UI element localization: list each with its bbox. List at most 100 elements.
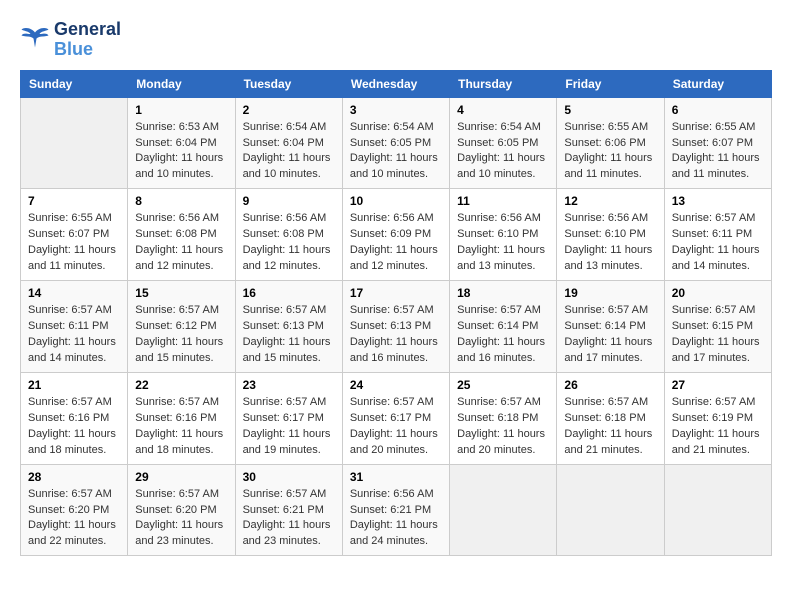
day-number: 20: [672, 286, 764, 300]
day-info: Sunrise: 6:57 AMSunset: 6:11 PMDaylight:…: [28, 303, 120, 367]
day-number: 9: [243, 194, 335, 208]
calendar-cell: 10Sunrise: 6:56 AMSunset: 6:09 PMDayligh…: [342, 189, 449, 281]
calendar-cell: 28 Sunrise: 6:57 AMSunset: 6:20 PMDayligh…: [21, 464, 128, 556]
calendar-cell: 2Sunrise: 6:54 AMSunset: 6:04 PMDaylight…: [235, 97, 342, 189]
day-number: 12: [564, 194, 656, 208]
day-info: Sunrise: 6:57 AMSunset: 6:14 PMDaylight:…: [564, 303, 656, 367]
day-number: 23: [243, 378, 335, 392]
calendar-cell: 13Sunrise: 6:57 AMSunset: 6:11 PMDayligh…: [664, 189, 771, 281]
day-info: Sunrise: 6:57 AMSunset: 6:13 PMDaylight:…: [243, 303, 335, 367]
calendar-cell: [557, 464, 664, 556]
calendar-cell: 6 Sunrise: 6:55 AMSunset: 6:07 PMDaylight…: [664, 97, 771, 189]
calendar-cell: 22Sunrise: 6:57 AMSunset: 6:16 PMDayligh…: [128, 372, 235, 464]
day-number: 13: [672, 194, 764, 208]
day-info: Sunrise: 6:56 AMSunset: 6:08 PMDaylight:…: [243, 211, 335, 275]
calendar-cell: 30 Sunrise: 6:57 AMSunset: 6:21 PMDayligh…: [235, 464, 342, 556]
day-info: Sunrise: 6:55 AMSunset: 6:07 PMDaylight:…: [672, 120, 764, 184]
calendar-cell: 31 Sunrise: 6:56 AMSunset: 6:21 PMDayligh…: [342, 464, 449, 556]
calendar-cell: 27 Sunrise: 6:57 AMSunset: 6:19 PMDayligh…: [664, 372, 771, 464]
day-info: Sunrise: 6:57 AMSunset: 6:12 PMDaylight:…: [135, 303, 227, 367]
calendar-cell: 9 Sunrise: 6:56 AMSunset: 6:08 PMDaylight…: [235, 189, 342, 281]
calendar-cell: 15 Sunrise: 6:57 AMSunset: 6:12 PMDayligh…: [128, 281, 235, 373]
week-row-4: 21 Sunrise: 6:57 AMSunset: 6:16 PMDayligh…: [21, 372, 772, 464]
day-info: Sunrise: 6:56 AMSunset: 6:10 PMDaylight:…: [457, 211, 549, 275]
header-day-tuesday: Tuesday: [235, 70, 342, 97]
logo: General Blue: [20, 20, 121, 60]
calendar-table: SundayMondayTuesdayWednesdayThursdayFrid…: [20, 70, 772, 557]
calendar-cell: [21, 97, 128, 189]
day-info: Sunrise: 6:57 AMSunset: 6:15 PMDaylight:…: [672, 303, 764, 367]
calendar-header: SundayMondayTuesdayWednesdayThursdayFrid…: [21, 70, 772, 97]
header-day-sunday: Sunday: [21, 70, 128, 97]
calendar-cell: 25Sunrise: 6:57 AMSunset: 6:18 PMDayligh…: [450, 372, 557, 464]
day-info: Sunrise: 6:54 AMSunset: 6:05 PMDaylight:…: [457, 120, 549, 184]
day-number: 17: [350, 286, 442, 300]
day-info: Sunrise: 6:54 AMSunset: 6:05 PMDaylight:…: [350, 120, 442, 184]
calendar-cell: 1 Sunrise: 6:53 AMSunset: 6:04 PMDaylight…: [128, 97, 235, 189]
day-number: 16: [243, 286, 335, 300]
logo-text: General Blue: [54, 20, 121, 60]
calendar-cell: 21 Sunrise: 6:57 AMSunset: 6:16 PMDayligh…: [21, 372, 128, 464]
day-info: Sunrise: 6:56 AMSunset: 6:21 PMDaylight:…: [350, 487, 442, 551]
day-number: 30: [243, 470, 335, 484]
day-info: Sunrise: 6:56 AMSunset: 6:09 PMDaylight:…: [350, 211, 442, 275]
week-row-5: 28 Sunrise: 6:57 AMSunset: 6:20 PMDayligh…: [21, 464, 772, 556]
day-number: 5: [564, 103, 656, 117]
calendar-cell: 5 Sunrise: 6:55 AMSunset: 6:06 PMDaylight…: [557, 97, 664, 189]
day-info: Sunrise: 6:57 AMSunset: 6:14 PMDaylight:…: [457, 303, 549, 367]
calendar-cell: 8 Sunrise: 6:56 AMSunset: 6:08 PMDaylight…: [128, 189, 235, 281]
day-info: Sunrise: 6:55 AMSunset: 6:06 PMDaylight:…: [564, 120, 656, 184]
header-day-wednesday: Wednesday: [342, 70, 449, 97]
day-number: 14: [28, 286, 120, 300]
day-number: 28: [28, 470, 120, 484]
day-info: Sunrise: 6:56 AMSunset: 6:08 PMDaylight:…: [135, 211, 227, 275]
day-number: 27: [672, 378, 764, 392]
day-info: Sunrise: 6:57 AMSunset: 6:16 PMDaylight:…: [28, 395, 120, 459]
day-info: Sunrise: 6:57 AMSunset: 6:19 PMDaylight:…: [672, 395, 764, 459]
calendar-cell: 14 Sunrise: 6:57 AMSunset: 6:11 PMDayligh…: [21, 281, 128, 373]
calendar-cell: 7Sunrise: 6:55 AMSunset: 6:07 PMDaylight…: [21, 189, 128, 281]
day-number: 21: [28, 378, 120, 392]
day-number: 6: [672, 103, 764, 117]
calendar-cell: 12Sunrise: 6:56 AMSunset: 6:10 PMDayligh…: [557, 189, 664, 281]
day-info: Sunrise: 6:57 AMSunset: 6:17 PMDaylight:…: [350, 395, 442, 459]
day-info: Sunrise: 6:57 AMSunset: 6:20 PMDaylight:…: [28, 487, 120, 551]
day-info: Sunrise: 6:57 AMSunset: 6:18 PMDaylight:…: [457, 395, 549, 459]
day-number: 1: [135, 103, 227, 117]
day-number: 29: [135, 470, 227, 484]
day-number: 15: [135, 286, 227, 300]
header-day-saturday: Saturday: [664, 70, 771, 97]
calendar-cell: 26 Sunrise: 6:57 AMSunset: 6:18 PMDayligh…: [557, 372, 664, 464]
day-info: Sunrise: 6:57 AMSunset: 6:21 PMDaylight:…: [243, 487, 335, 551]
calendar-cell: 3 Sunrise: 6:54 AMSunset: 6:05 PMDaylight…: [342, 97, 449, 189]
day-info: Sunrise: 6:57 AMSunset: 6:16 PMDaylight:…: [135, 395, 227, 459]
header-day-thursday: Thursday: [450, 70, 557, 97]
day-info: Sunrise: 6:57 AMSunset: 6:13 PMDaylight:…: [350, 303, 442, 367]
day-info: Sunrise: 6:57 AMSunset: 6:17 PMDaylight:…: [243, 395, 335, 459]
calendar-cell: 18 Sunrise: 6:57 AMSunset: 6:14 PMDayligh…: [450, 281, 557, 373]
day-number: 8: [135, 194, 227, 208]
day-number: 31: [350, 470, 442, 484]
page-header: General Blue: [20, 20, 772, 60]
day-number: 26: [564, 378, 656, 392]
week-row-2: 7Sunrise: 6:55 AMSunset: 6:07 PMDaylight…: [21, 189, 772, 281]
day-info: Sunrise: 6:53 AMSunset: 6:04 PMDaylight:…: [135, 120, 227, 184]
day-number: 3: [350, 103, 442, 117]
day-info: Sunrise: 6:57 AMSunset: 6:18 PMDaylight:…: [564, 395, 656, 459]
header-day-monday: Monday: [128, 70, 235, 97]
calendar-cell: 19 Sunrise: 6:57 AMSunset: 6:14 PMDayligh…: [557, 281, 664, 373]
day-number: 19: [564, 286, 656, 300]
week-row-1: 1 Sunrise: 6:53 AMSunset: 6:04 PMDaylight…: [21, 97, 772, 189]
calendar-cell: 4 Sunrise: 6:54 AMSunset: 6:05 PMDaylight…: [450, 97, 557, 189]
day-number: 2: [243, 103, 335, 117]
day-number: 4: [457, 103, 549, 117]
header-day-friday: Friday: [557, 70, 664, 97]
day-number: 18: [457, 286, 549, 300]
calendar-cell: 23 Sunrise: 6:57 AMSunset: 6:17 PMDayligh…: [235, 372, 342, 464]
calendar-cell: 24Sunrise: 6:57 AMSunset: 6:17 PMDayligh…: [342, 372, 449, 464]
calendar-body: 1 Sunrise: 6:53 AMSunset: 6:04 PMDaylight…: [21, 97, 772, 556]
day-info: Sunrise: 6:55 AMSunset: 6:07 PMDaylight:…: [28, 211, 120, 275]
calendar-cell: [450, 464, 557, 556]
calendar-cell: 20 Sunrise: 6:57 AMSunset: 6:15 PMDayligh…: [664, 281, 771, 373]
day-info: Sunrise: 6:57 AMSunset: 6:20 PMDaylight:…: [135, 487, 227, 551]
